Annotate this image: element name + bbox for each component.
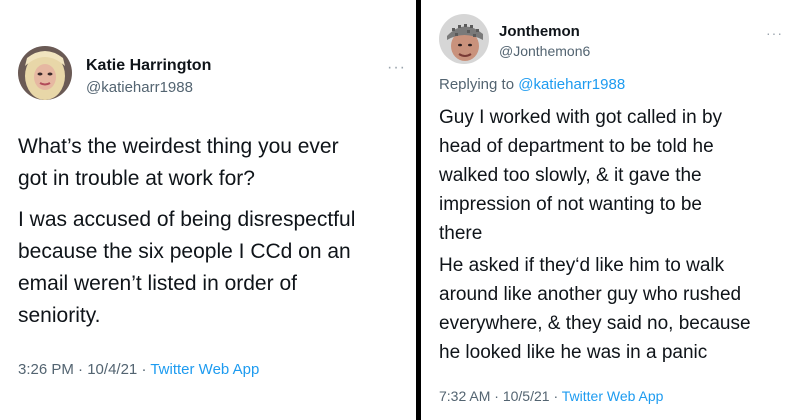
more-dots-icon[interactable]: ··· (387, 60, 406, 76)
jonthemon-avatar[interactable] (439, 14, 489, 64)
tweet-time[interactable]: 7:32 AM (439, 388, 490, 404)
right-tweet: Jonthemon @Jonthemon6 ··· Replying to @k… (421, 0, 800, 420)
tweet-time[interactable]: 3:26 PM (18, 361, 74, 378)
author-name[interactable]: Jonthemon (499, 23, 580, 40)
author-name[interactable]: Katie Harrington (86, 57, 211, 75)
replying-handle-link[interactable]: @katieharr1988 (518, 76, 625, 93)
katie-avatar[interactable] (18, 46, 72, 100)
tweet-paragraph-1: What’s the weirdest thing you ever got i… (18, 135, 339, 190)
reply-paragraph-2: He asked if they‘d like him to walk arou… (439, 255, 751, 363)
tweet-app-link[interactable]: Twitter Web App (150, 361, 259, 378)
replying-label: Replying to (439, 76, 515, 93)
tweet-app-link[interactable]: Twitter Web App (562, 388, 664, 404)
left-tweet: Katie Harrington @katieharr1988 ··· What… (0, 0, 416, 420)
tweet-meta: 3:26 PM · 10/4/21 · Twitter Web App (18, 361, 259, 378)
separator: · (141, 361, 147, 378)
separator: · (553, 388, 559, 404)
author-handle[interactable]: @katieharr1988 (86, 79, 193, 96)
tweet-date[interactable]: 10/4/21 (87, 361, 137, 378)
separator: · (78, 361, 84, 378)
author-handle[interactable]: @Jonthemon6 (499, 43, 590, 59)
tweet-meta: 7:32 AM · 10/5/21 · Twitter Web App (439, 388, 663, 404)
separator: · (494, 388, 499, 404)
replying-to: Replying to @katieharr1988 (439, 76, 625, 93)
more-dots-icon[interactable]: ··· (766, 26, 783, 40)
tweet-date[interactable]: 10/5/21 (503, 388, 550, 404)
reply-paragraph-1: Guy I worked with got called in by head … (439, 107, 723, 244)
tweet-paragraph-2: I was accused of being disrespectful bec… (18, 208, 356, 327)
